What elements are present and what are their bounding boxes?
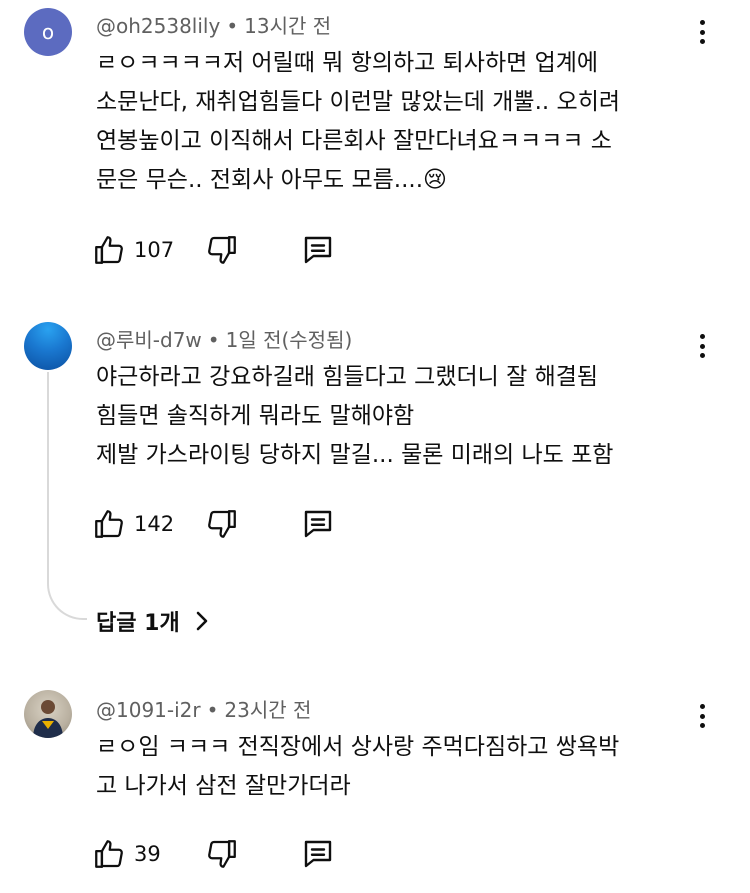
like-count: 39: [134, 842, 161, 866]
comment-actions: 142: [92, 504, 338, 544]
like-count: 107: [134, 238, 175, 262]
thumbs-up-outline-icon: [95, 510, 123, 538]
like-button[interactable]: 39: [92, 834, 182, 874]
comment-meta: @루비-d7w • 1일 전(수정됨): [96, 324, 352, 353]
dislike-button[interactable]: [202, 504, 242, 544]
comment-meta: @oh2538lily • 13시간 전: [96, 10, 331, 39]
comment-text: 야근하라고 강요하길래 힘들다고 그랬더니 잘 해결됨 힘들면 솔직하게 뭐라도…: [96, 364, 614, 468]
meta-separator: •: [206, 698, 219, 722]
avatar[interactable]: [24, 690, 72, 738]
dislike-button[interactable]: [202, 230, 242, 270]
kebab-menu-icon[interactable]: [690, 701, 714, 731]
thumbs-down-outline-icon: [208, 840, 236, 868]
reply-button[interactable]: [298, 504, 338, 544]
reply-comment-icon: [304, 510, 332, 538]
author-name[interactable]: @1091-i2r: [96, 698, 201, 722]
kebab-menu-icon[interactable]: [690, 17, 714, 47]
avatar[interactable]: [24, 322, 72, 370]
like-button[interactable]: 142: [92, 504, 182, 544]
meta-separator: •: [207, 328, 220, 352]
avatar-photo-icon: [33, 700, 63, 738]
comment-time[interactable]: 23시간 전: [224, 698, 311, 722]
kebab-menu-icon[interactable]: [690, 331, 714, 361]
reply-thread-line: [47, 372, 87, 620]
author-name[interactable]: @루비-d7w: [96, 328, 202, 352]
dislike-button[interactable]: [202, 834, 242, 874]
reply-button[interactable]: [298, 230, 338, 270]
meta-separator: •: [226, 14, 239, 38]
view-replies-button[interactable]: 답글 1개: [96, 604, 210, 638]
thumbs-down-outline-icon: [208, 236, 236, 264]
comment-meta: @1091-i2r • 23시간 전: [96, 694, 311, 723]
avatar-letter: o: [41, 20, 55, 44]
comment-time[interactable]: 13시간 전: [244, 14, 331, 38]
replies-count-label: 답글 1개: [96, 611, 180, 636]
reply-comment-icon: [304, 840, 332, 868]
comment-actions: 107: [92, 230, 338, 270]
comment-time[interactable]: 1일 전(수정됨): [226, 328, 353, 352]
comment-actions: 39: [92, 834, 338, 874]
comment-text: ㄹㅇ임 ㅋㅋㅋ 전직장에서 상사랑 주먹다짐하고 쌍욕박 고 나가서 삼전 잘만…: [96, 734, 620, 799]
chevron-right-icon: [194, 610, 210, 632]
avatar[interactable]: o: [24, 8, 72, 56]
like-count: 142: [134, 512, 175, 536]
reply-comment-icon: [304, 236, 332, 264]
author-name[interactable]: @oh2538lily: [96, 14, 220, 38]
comment-text: ㄹㅇㅋㅋㅋㅋ저 어릴때 뭐 항의하고 퇴사하면 업계에 소문난다, 재취업힘들다…: [96, 50, 621, 193]
thumbs-down-outline-icon: [208, 510, 236, 538]
reply-button[interactable]: [298, 834, 338, 874]
thumbs-up-outline-icon: [95, 236, 123, 264]
thumbs-up-outline-icon: [95, 840, 123, 868]
like-button[interactable]: 107: [92, 230, 182, 270]
